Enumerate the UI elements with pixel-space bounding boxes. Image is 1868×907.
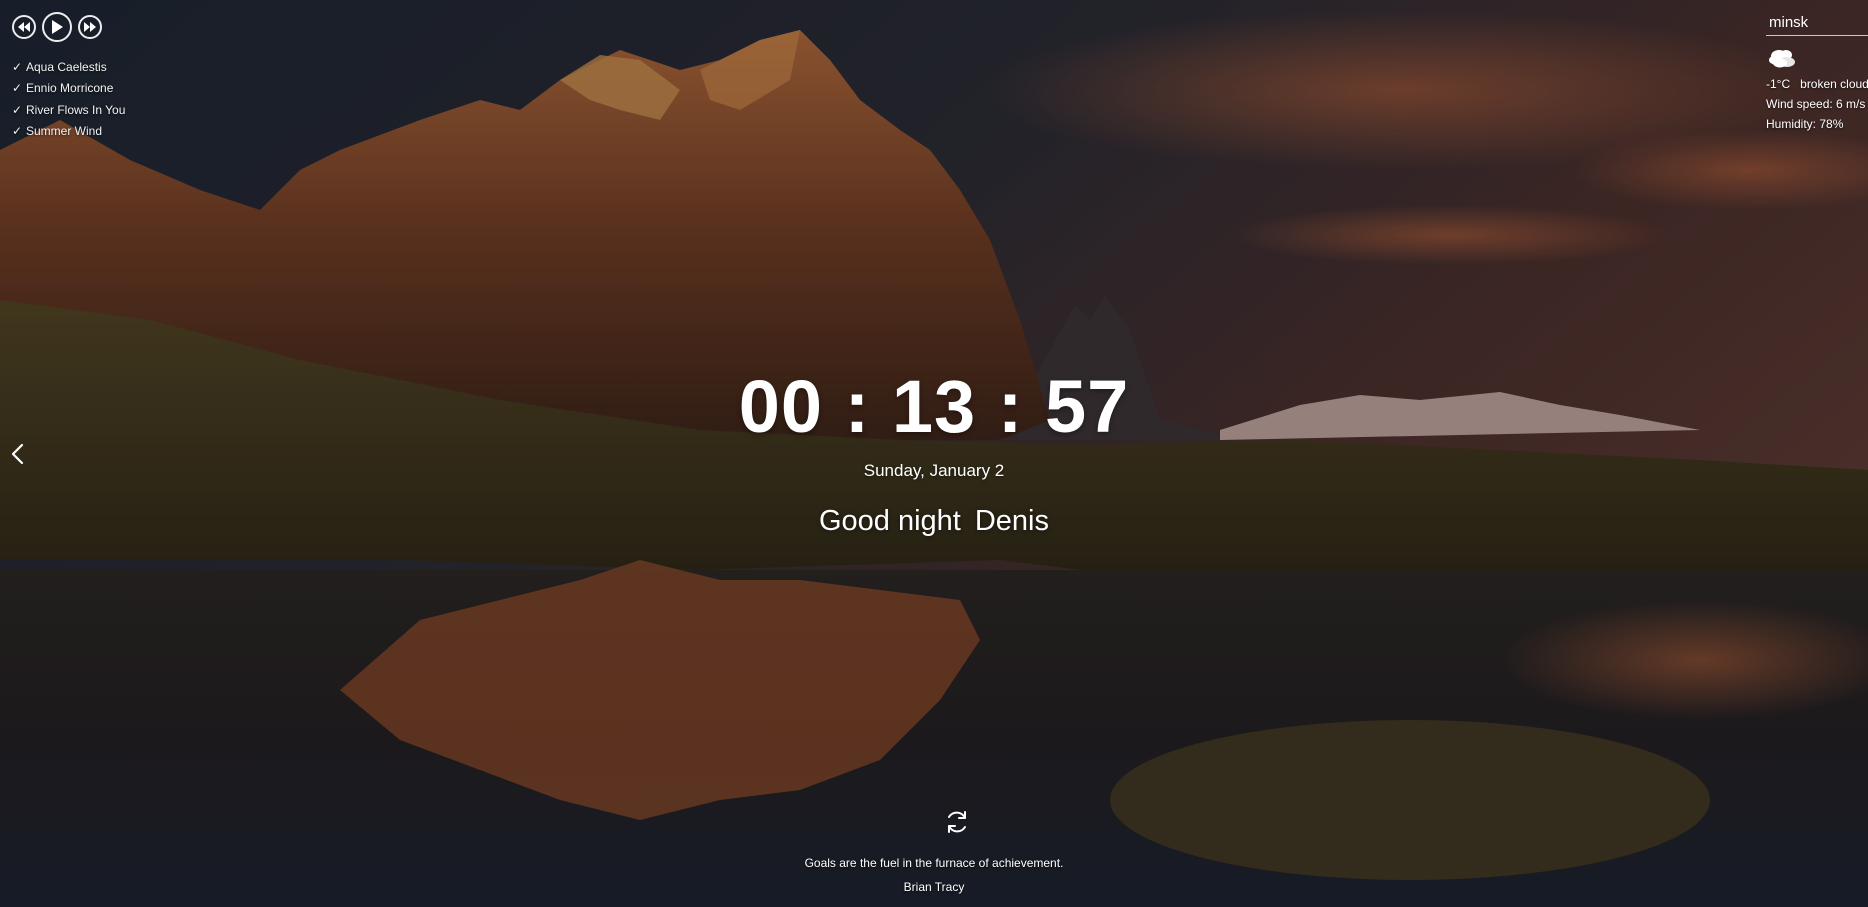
playlist-item[interactable]: ✓ Summer Wind xyxy=(12,121,232,143)
check-icon: ✓ xyxy=(12,124,23,139)
clock-seconds: 57 xyxy=(1044,365,1130,448)
humidity: Humidity: 78% xyxy=(1766,117,1844,131)
weather-description: broken clouds xyxy=(1800,77,1868,91)
quote-author: Brian Tracy xyxy=(903,880,965,894)
previous-track-button[interactable] xyxy=(12,15,36,39)
clock: 00 : 13 : 57 xyxy=(0,366,1868,448)
refresh-icon xyxy=(948,811,966,833)
playlist: ✓ Aqua Caelestis ✓ Ennio Morricone ✓ Riv… xyxy=(12,56,232,142)
track-title: Summer Wind xyxy=(26,124,103,139)
player-controls xyxy=(12,12,232,42)
play-button[interactable] xyxy=(42,12,72,42)
check-icon: ✓ xyxy=(12,59,23,74)
weather-summary: -1°C broken clouds xyxy=(1766,77,1868,91)
broken-clouds-icon xyxy=(1766,46,1868,72)
rewind-icon xyxy=(18,22,30,32)
greeting: Good night Denis xyxy=(0,502,1868,540)
clock-minutes: 13 xyxy=(891,365,977,448)
greeting-text: Good night xyxy=(818,505,961,537)
date: Sunday, January 2 xyxy=(863,461,1005,480)
wind-speed: Wind speed: 6 m/s xyxy=(1766,97,1866,111)
quote-text: Goals are the fuel in the furnace of ach… xyxy=(804,856,1064,870)
track-title: Ennio Morricone xyxy=(26,81,114,96)
playlist-item[interactable]: ✓ Ennio Morricone xyxy=(12,78,232,100)
user-name[interactable]: Denis xyxy=(975,505,1049,537)
playlist-item[interactable]: ✓ Aqua Caelestis xyxy=(12,56,232,78)
temperature: -1°C xyxy=(1766,77,1791,91)
check-icon: ✓ xyxy=(12,102,23,117)
clock-separator: : xyxy=(997,365,1024,448)
clock-hours: 00 xyxy=(738,365,824,448)
city-input[interactable] xyxy=(1766,12,1868,36)
background-image xyxy=(0,0,1868,907)
refresh-quote-button[interactable] xyxy=(944,809,970,835)
play-icon xyxy=(52,20,63,34)
clock-separator: : xyxy=(844,365,871,448)
check-icon: ✓ xyxy=(12,81,23,96)
audio-player: ✓ Aqua Caelestis ✓ Ennio Morricone ✓ Riv… xyxy=(12,12,232,142)
fast-forward-icon xyxy=(84,22,96,32)
weather-widget: -1°C broken clouds Wind speed: 6 m/s Humi… xyxy=(1766,12,1868,131)
track-title: River Flows In You xyxy=(26,102,126,117)
next-track-button[interactable] xyxy=(78,15,102,39)
track-title: Aqua Caelestis xyxy=(26,59,107,74)
playlist-item[interactable]: ✓ River Flows In You xyxy=(12,99,232,121)
